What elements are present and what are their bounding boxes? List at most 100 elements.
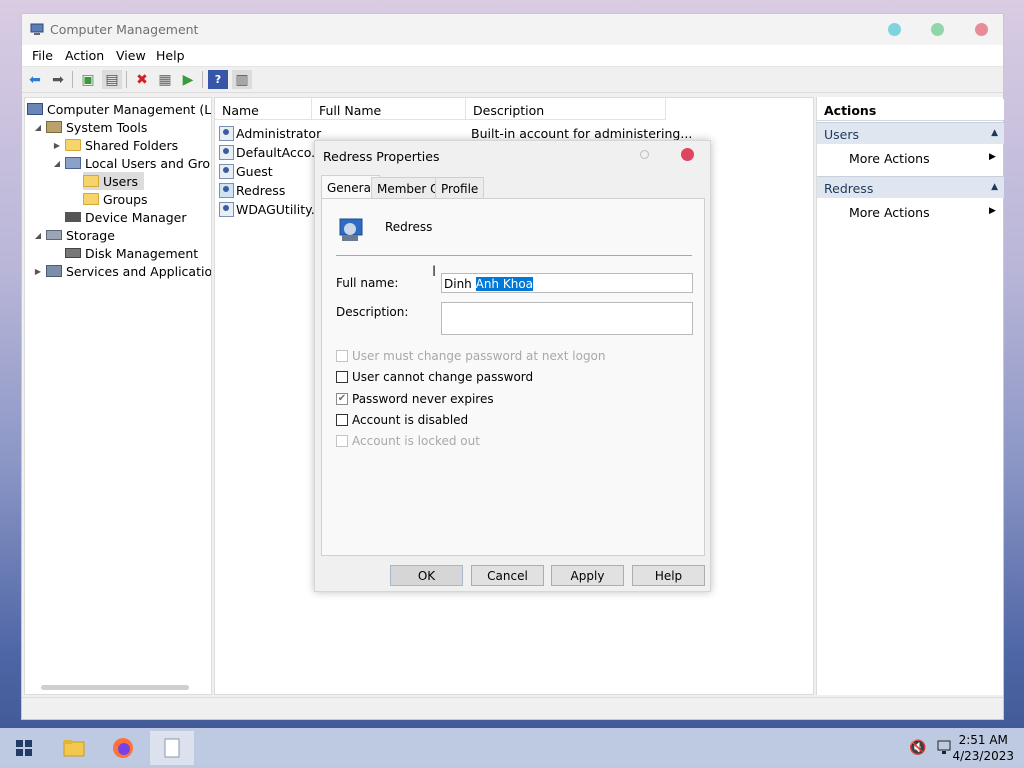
checkbox-box[interactable] [336,414,348,426]
expand-arrow-icon[interactable]: ▶ [52,141,62,150]
redress-properties-dialog: Redress Properties General Member Of Pro… [314,140,711,592]
general-tab-page: Redress Full name: Dinh Anh Khoa I Descr… [321,198,705,556]
tree-item-device-manager[interactable]: Device Manager [65,208,187,226]
collapse-arrow-icon[interactable]: ◢ [52,159,62,168]
start-button-icon[interactable] [12,736,36,760]
help-icon[interactable]: ? [208,70,228,89]
firefox-icon[interactable] [111,736,135,760]
separator [336,255,692,256]
tree-item-services-applications[interactable]: ▶ Services and Applications [33,262,212,280]
forward-arrow-icon[interactable]: ➡ [48,70,68,89]
users-group-icon [65,157,81,169]
list-row-wdagutility[interactable]: WDAGUtility... [219,200,323,218]
description-field[interactable] [441,302,693,335]
column-header-description[interactable]: Description [466,98,666,120]
ok-button[interactable]: OK [390,565,463,586]
checkbox-account-disabled[interactable]: Account is disabled [336,413,468,427]
list-row-redress[interactable]: Redress [219,181,285,199]
row-name: Redress [236,182,286,198]
user-icon [219,125,234,141]
tree-label: Services and Applications [66,263,212,279]
action-label: More Actions [849,151,930,166]
tree-label: Disk Management [85,245,199,261]
cancel-button[interactable]: Cancel [471,565,544,586]
collapse-arrow-icon[interactable]: ◢ [33,123,43,132]
status-bar [22,697,1003,719]
properties-icon[interactable]: ▦ [155,70,175,89]
actions-section-redress[interactable]: Redress ▲ [817,176,1004,198]
dialog-close-button[interactable] [681,148,694,161]
show-hide-action-pane-icon[interactable]: ▥ [232,70,252,89]
column-header-name[interactable]: Name [215,98,312,120]
notepad-taskbar-icon[interactable] [150,731,194,765]
tree-item-local-users-groups[interactable]: ◢ Local Users and Groups [52,154,211,172]
submenu-arrow-icon: ▶ [989,206,996,216]
delete-icon[interactable]: ✖ [132,70,152,89]
collapse-up-icon[interactable]: ▲ [991,128,998,138]
tree-label: Device Manager [85,209,187,225]
volume-muted-icon[interactable]: 🔇 [906,736,930,760]
menu-view[interactable]: View [116,48,146,63]
tree-item-computer-management[interactable]: Computer Management (Local [27,100,211,118]
actions-section-users[interactable]: Users ▲ [817,122,1004,144]
checkbox-label: Account is locked out [352,434,480,448]
show-hide-tree-icon[interactable]: ▤ [102,70,122,89]
menu-action[interactable]: Action [65,48,104,63]
tree-item-users[interactable]: Users [83,172,145,190]
tree-item-groups[interactable]: Groups [83,190,148,208]
maximize-button[interactable] [931,23,944,36]
title-bar[interactable]: Computer Management [22,14,1003,45]
navigation-tree: Computer Management (Local ◢ System Tool… [24,97,212,695]
computer-icon [27,103,43,115]
tree-item-shared-folders[interactable]: ▶ Shared Folders [52,136,178,154]
user-icon [219,163,234,179]
checkbox-password-never-expires[interactable]: ✔ Password never expires [336,392,494,406]
taskbar-clock[interactable]: 2:51 AM 4/23/2023 [952,732,1014,764]
device-manager-icon [65,212,81,222]
tree-label: Storage [66,227,115,243]
more-actions-redress[interactable]: More Actions [849,205,930,220]
menu-help[interactable]: Help [156,48,185,63]
checkbox-box [336,350,348,362]
full-name-field[interactable]: Dinh Anh Khoa [441,273,693,293]
dialog-minimize-button[interactable] [640,150,649,159]
list-row-administrator[interactable]: Administrator Built-in account for admin… [219,124,692,142]
column-header-full-name[interactable]: Full Name [312,98,466,120]
tab-profile[interactable]: Profile [435,177,485,198]
minimize-button[interactable] [888,23,901,36]
tree-label: System Tools [66,119,148,135]
tree-item-storage[interactable]: ◢ Storage [33,226,115,244]
apply-button[interactable]: Apply [551,565,624,586]
checkbox-box[interactable]: ✔ [336,393,348,405]
folder-icon [83,175,99,187]
clock-time: 2:51 AM [958,733,1008,747]
expand-arrow-icon[interactable]: ▶ [33,267,43,276]
tree-item-disk-management[interactable]: Disk Management [65,244,198,262]
checkbox-label: Account is disabled [352,413,469,427]
collapse-arrow-icon[interactable]: ◢ [33,231,43,240]
user-icon [219,201,234,217]
more-actions-users[interactable]: More Actions [849,151,930,166]
user-avatar-icon [336,211,368,243]
up-folder-icon[interactable]: ▣ [78,70,98,89]
text-cursor-icon: I [432,264,437,280]
checkbox-box[interactable] [336,371,348,383]
section-label: Users [824,127,860,142]
close-button[interactable] [975,23,988,36]
checkbox-cannot-change-password[interactable]: User cannot change password [336,370,533,384]
description-label: Description: [336,305,409,319]
tree-item-system-tools[interactable]: ◢ System Tools [33,118,147,136]
export-list-icon[interactable]: ▶ [178,70,198,89]
list-row-guest[interactable]: Guest [219,162,273,180]
file-explorer-icon[interactable] [62,736,86,760]
help-button[interactable]: Help [632,565,705,586]
disk-icon [65,248,81,258]
user-icon [219,182,234,198]
horizontal-scrollbar[interactable] [41,685,189,690]
menu-file[interactable]: File [32,48,53,63]
user-icon [219,144,234,160]
collapse-up-icon[interactable]: ▲ [991,182,998,192]
back-arrow-icon[interactable]: ⬅ [25,70,45,89]
full-name-label: Full name: [336,276,399,290]
list-row-defaultaccount[interactable]: DefaultAcco... [219,143,323,161]
